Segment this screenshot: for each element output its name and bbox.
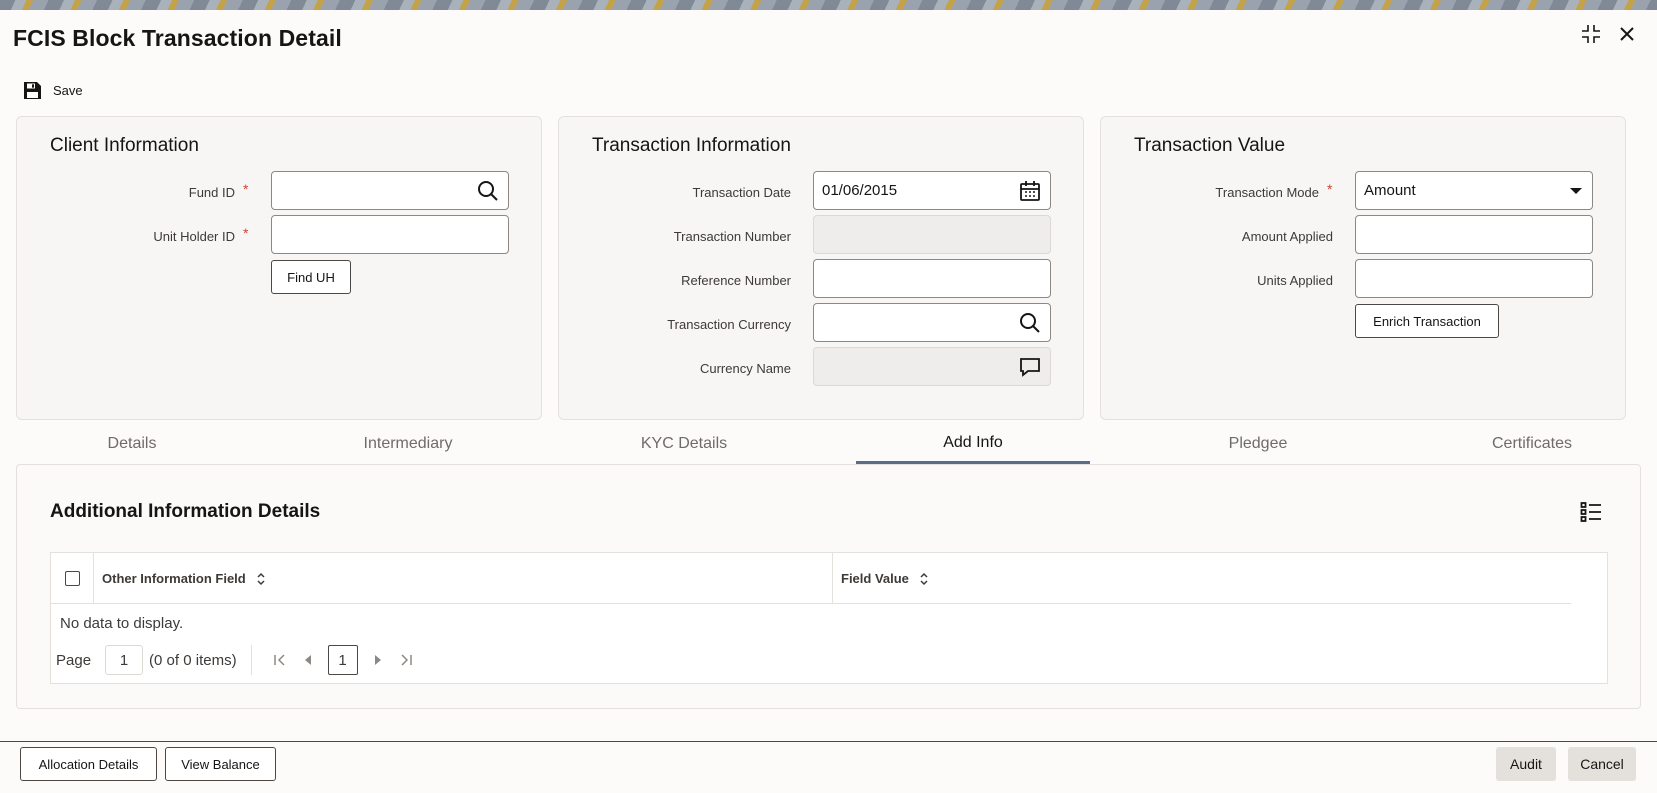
currency-name-label: Currency Name [699,361,791,376]
next-page-icon [374,655,381,665]
tab-bar: Details Intermediary KYC Details Add Inf… [16,424,1641,464]
allocation-details-button[interactable]: Allocation Details [20,747,157,781]
decorative-header-strip [0,0,1657,10]
client-information-title: Client Information [50,135,199,156]
units-applied-input[interactable] [1355,259,1593,298]
save-label: Save [53,82,83,98]
column-list-icon[interactable] [1580,501,1602,523]
transaction-mode-row: Transaction Mode * Amount [1101,171,1625,213]
tab-pledgee[interactable]: Pledgee [1142,424,1374,464]
unit-holder-label: Unit Holder ID [153,229,235,244]
required-marker: * [1327,181,1333,197]
additional-information-title: Additional Information Details [50,501,321,522]
view-balance-button[interactable]: View Balance [165,747,276,781]
transaction-currency-label: Transaction Currency [667,317,791,332]
page-label: Page [56,651,92,669]
search-icon[interactable] [1019,312,1041,334]
last-page-button[interactable] [392,653,420,667]
transaction-number-label: Transaction Number [673,229,791,244]
column-header-field-value[interactable]: Field Value [841,571,929,586]
close-icon [1620,27,1634,41]
tab-intermediary[interactable]: Intermediary [292,424,524,464]
transaction-number-row: Transaction Number [559,215,1083,257]
fund-id-row: Fund ID * [17,171,541,213]
required-marker: * [243,225,249,241]
amount-applied-input[interactable] [1355,215,1593,254]
reference-number-input[interactable] [813,259,1051,298]
transaction-currency-input[interactable] [813,303,1051,342]
first-page-button[interactable] [266,653,294,667]
cancel-button[interactable]: Cancel [1568,747,1636,781]
empty-table-message: No data to display. [60,615,184,632]
sort-icon [920,572,928,585]
client-information-panel: Client Information Fund ID * Unit Holder… [16,116,542,420]
search-icon[interactable] [477,180,499,202]
last-page-icon [401,654,412,666]
comment-icon[interactable] [1019,356,1041,378]
calendar-icon[interactable] [1019,180,1041,202]
transaction-date-label: Transaction Date [692,185,791,200]
footer-bar: Allocation Details View Balance Audit Ca… [0,741,1657,793]
transaction-number-input [813,215,1051,254]
transaction-value-title: Transaction Value [1134,135,1286,156]
transaction-mode-select[interactable]: Amount [1355,171,1593,210]
currency-name-input [813,347,1051,386]
transaction-mode-label: Transaction Mode [1215,185,1319,200]
column-divider [93,553,94,604]
save-button[interactable]: Save [22,76,83,104]
previous-page-button[interactable] [294,654,322,666]
items-count: (0 of 0 items) [149,651,237,669]
transaction-currency-row: Transaction Currency [559,303,1083,345]
save-icon [24,81,41,99]
first-page-icon [273,654,285,666]
fund-id-input[interactable] [271,171,509,210]
pagination: Page 1 (0 of 0 items) 1 [56,644,476,676]
units-applied-row: Units Applied [1101,259,1625,301]
select-all-checkbox[interactable] [65,571,80,586]
additional-information-table: Other Information Field Field Value No d… [50,552,1608,684]
caret-down-icon [1570,188,1582,194]
sort-icon [257,572,265,585]
tab-kyc-details[interactable]: KYC Details [568,424,800,464]
required-marker: * [243,181,249,197]
transaction-date-row: Transaction Date 01/06/2015 [559,171,1083,213]
transaction-information-panel: Transaction Information Transaction Date… [558,116,1084,420]
audit-button[interactable]: Audit [1496,747,1556,781]
add-info-panel: Additional Information Details Other Inf… [16,464,1641,709]
currency-name-row: Currency Name [559,347,1083,389]
reference-number-row: Reference Number [559,259,1083,301]
table-header: Other Information Field Field Value [51,553,1571,604]
transaction-value-panel: Transaction Value Transaction Mode * Amo… [1100,116,1626,420]
tab-certificates[interactable]: Certificates [1416,424,1648,464]
unit-holder-row: Unit Holder ID * [17,215,541,257]
amount-applied-row: Amount Applied [1101,215,1625,257]
column-divider [832,553,833,604]
tab-details[interactable]: Details [16,424,248,464]
transaction-information-title: Transaction Information [592,135,791,156]
amount-applied-label: Amount Applied [1241,229,1333,244]
find-uh-button[interactable]: Find UH [271,260,351,294]
next-page-button[interactable] [364,654,392,666]
pager-divider [250,645,252,675]
column-header-other-information-field[interactable]: Other Information Field [102,571,266,586]
current-page-button[interactable]: 1 [327,645,358,675]
page-number-input[interactable]: 1 [105,645,144,675]
maximize-button[interactable] [1578,21,1604,47]
fund-id-label: Fund ID [188,185,235,200]
unit-holder-input[interactable] [271,215,509,254]
reference-number-label: Reference Number [681,273,791,288]
tab-add-info[interactable]: Add Info [856,424,1090,464]
units-applied-label: Units Applied [1257,273,1333,288]
window-title: FCIS Block Transaction Detail [13,24,342,51]
enrich-transaction-button[interactable]: Enrich Transaction [1355,304,1499,338]
transaction-date-input[interactable]: 01/06/2015 [813,171,1051,210]
window-titlebar: FCIS Block Transaction Detail [0,10,1657,66]
maximize-icon [1582,25,1600,43]
close-button[interactable] [1614,21,1640,47]
previous-page-icon [304,655,311,665]
